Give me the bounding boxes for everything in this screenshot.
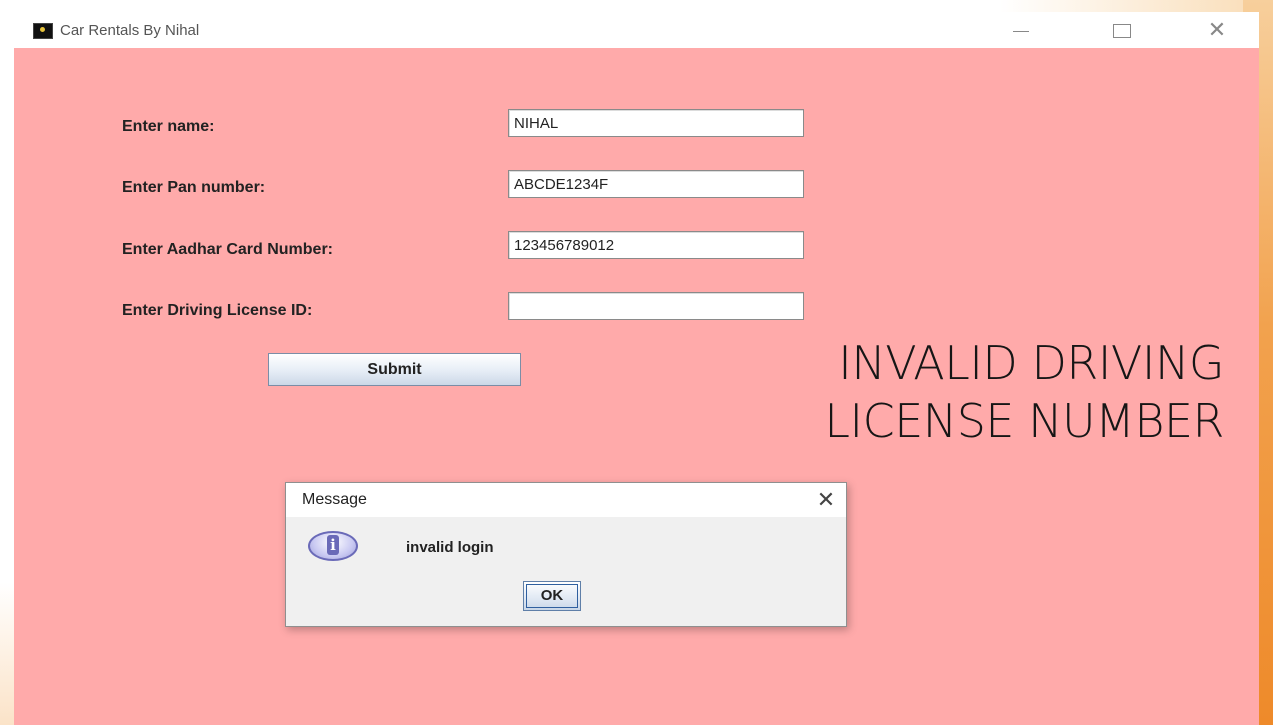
submit-button[interactable]: Submit [268,353,521,386]
app-window: Car Rentals By Nihal ✕ Enter name: Enter… [14,12,1259,725]
driving-license-label: Enter Driving License ID: [122,302,313,319]
maximize-icon [1113,24,1131,39]
invalid-license-annotation: INVALID DRIVING LICENSE NUMBER [674,334,1224,450]
window-title: Car Rentals By Nihal [60,22,200,39]
window-titlebar[interactable]: Car Rentals By Nihal ✕ [14,12,1259,48]
dialog-close-button[interactable]: ✕ [811,485,841,515]
dialog-title: Message [302,491,367,508]
pan-input[interactable] [508,170,804,198]
name-input[interactable] [508,109,804,137]
close-button[interactable]: ✕ [1195,16,1239,44]
maximize-button[interactable] [1100,16,1144,44]
info-icon: i [308,531,358,561]
name-label: Enter name: [122,118,215,135]
message-dialog: Message ✕ i invalid login OK [285,482,847,627]
dialog-message: invalid login [406,539,494,556]
slide-margin [0,12,14,725]
aadhar-label: Enter Aadhar Card Number: [122,241,333,258]
app-icon [33,23,53,39]
ok-button[interactable]: OK [523,581,581,611]
minimize-button[interactable] [999,16,1043,44]
close-icon: ✕ [1207,17,1227,42]
close-icon: ✕ [816,487,836,512]
minimize-icon [1013,30,1029,32]
dialog-titlebar[interactable]: Message ✕ [286,483,846,517]
annotation-line-2: LICENSE NUMBER [824,394,1224,448]
driving-license-input[interactable] [508,292,804,320]
pan-label: Enter Pan number: [122,179,266,196]
slide-edge-decoration-top [1000,0,1273,12]
aadhar-input[interactable] [508,231,804,259]
annotation-line-1: INVALID DRIVING [838,336,1224,390]
